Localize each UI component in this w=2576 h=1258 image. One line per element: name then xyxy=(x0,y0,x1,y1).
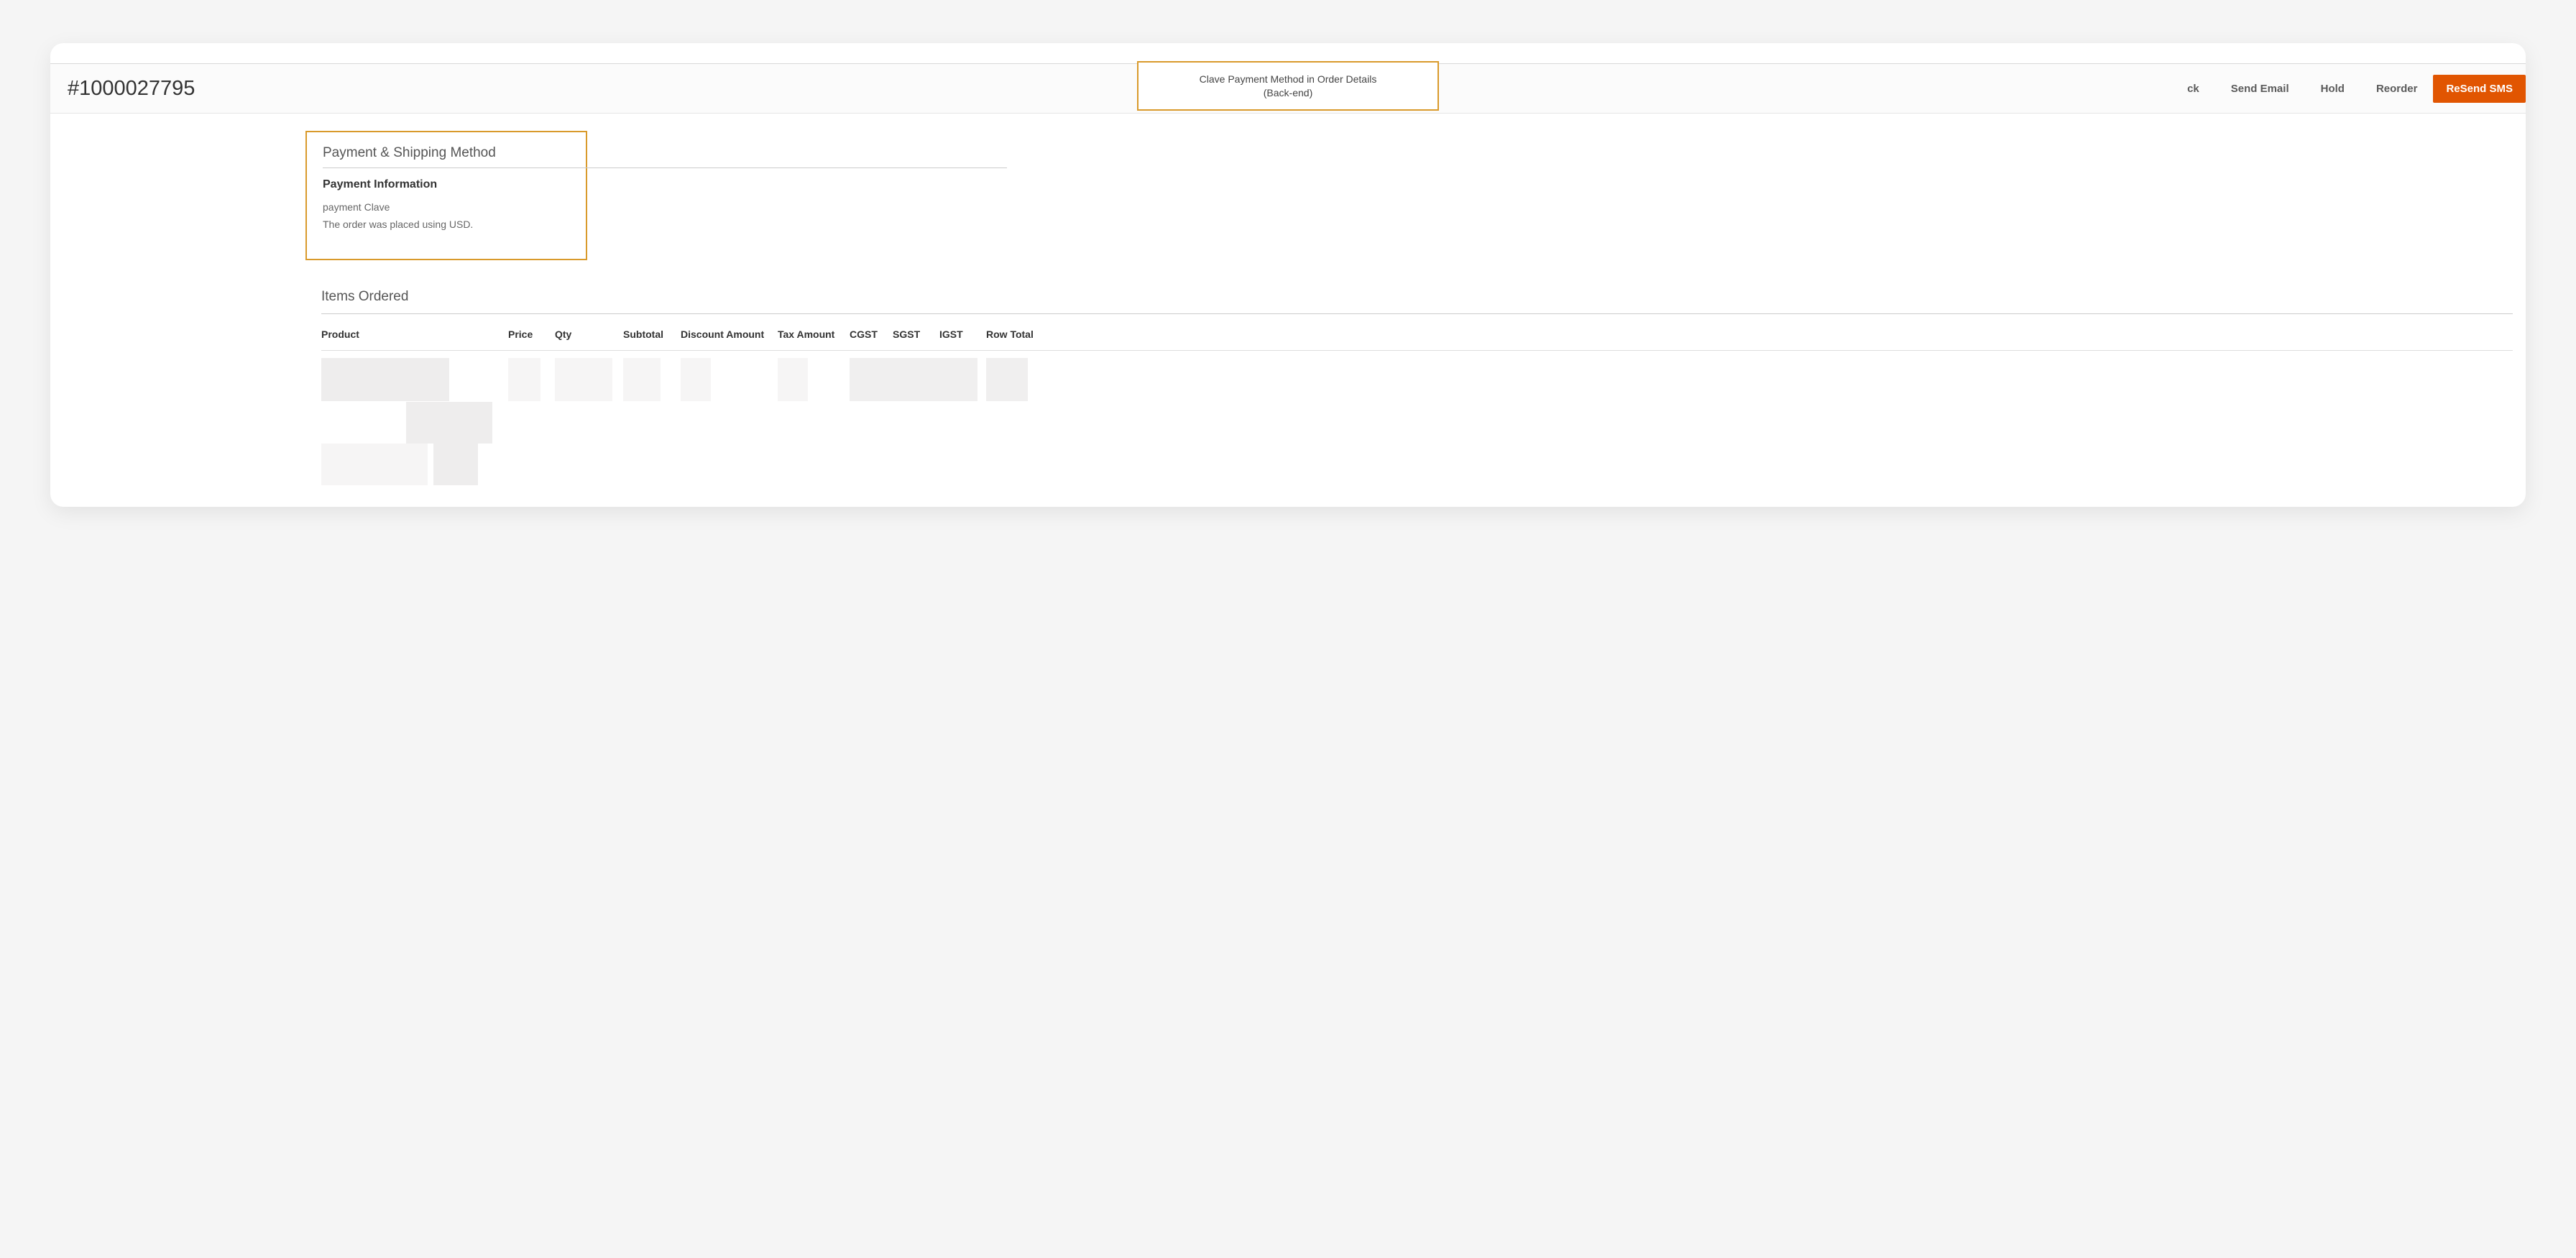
placeholder-block xyxy=(778,358,808,401)
col-igst: IGST xyxy=(939,318,986,351)
col-subtotal: Subtotal xyxy=(623,318,681,351)
items-title: Items Ordered xyxy=(321,289,2513,314)
placeholder-block xyxy=(986,358,1028,401)
order-detail-card: #1000027795 Clave Payment Method in Orde… xyxy=(50,43,2526,507)
placeholder-block xyxy=(321,444,428,485)
items-ordered-section: Items Ordered Product Price Qty Subtotal… xyxy=(305,289,2513,485)
col-sgst: SGST xyxy=(893,318,939,351)
col-product: Product xyxy=(321,318,508,351)
order-number: #1000027795 xyxy=(68,77,195,101)
placeholder-block xyxy=(555,358,612,401)
annotation-callout: Clave Payment Method in Order Details (B… xyxy=(1137,61,1439,111)
items-table: Product Price Qty Subtotal Discount Amou… xyxy=(321,318,2513,485)
hold-button[interactable]: Hold xyxy=(2305,64,2360,113)
col-cgst: CGST xyxy=(850,318,893,351)
placeholder-block xyxy=(406,402,492,444)
reorder-button[interactable]: Reorder xyxy=(2360,64,2434,113)
payment-shipping-section: Payment & Shipping Method Payment Inform… xyxy=(305,131,587,260)
callout-line2: (Back-end) xyxy=(1167,86,1409,100)
placeholder-block xyxy=(681,358,711,401)
order-content: Payment & Shipping Method Payment Inform… xyxy=(305,114,2513,507)
col-rowtotal: Row Total xyxy=(986,318,2513,351)
send-email-button[interactable]: Send Email xyxy=(2215,64,2305,113)
col-discount: Discount Amount xyxy=(681,318,778,351)
table-row xyxy=(321,351,2513,486)
placeholder-block xyxy=(508,358,540,401)
col-tax: Tax Amount xyxy=(778,318,850,351)
currency-note: The order was placed using USD. xyxy=(323,219,569,230)
payment-method: payment Clave xyxy=(323,201,569,213)
items-header-row: Product Price Qty Subtotal Discount Amou… xyxy=(321,318,2513,351)
col-qty: Qty xyxy=(555,318,623,351)
placeholder-block xyxy=(623,358,661,401)
header-actions: ck Send Email Hold Reorder ReSend SMS xyxy=(2187,64,2526,113)
col-price: Price xyxy=(508,318,555,351)
callout-line1: Clave Payment Method in Order Details xyxy=(1167,73,1409,86)
payment-info-title: Payment Information xyxy=(323,178,569,191)
placeholder-block xyxy=(850,358,978,401)
resend-sms-button[interactable]: ReSend SMS xyxy=(2433,75,2526,103)
placeholder-block xyxy=(433,444,478,485)
payment-section-title: Payment & Shipping Method xyxy=(323,145,569,168)
order-header: #1000027795 Clave Payment Method in Orde… xyxy=(50,63,2526,114)
placeholder-block xyxy=(321,358,449,401)
back-button[interactable]: ck xyxy=(2187,64,2215,113)
